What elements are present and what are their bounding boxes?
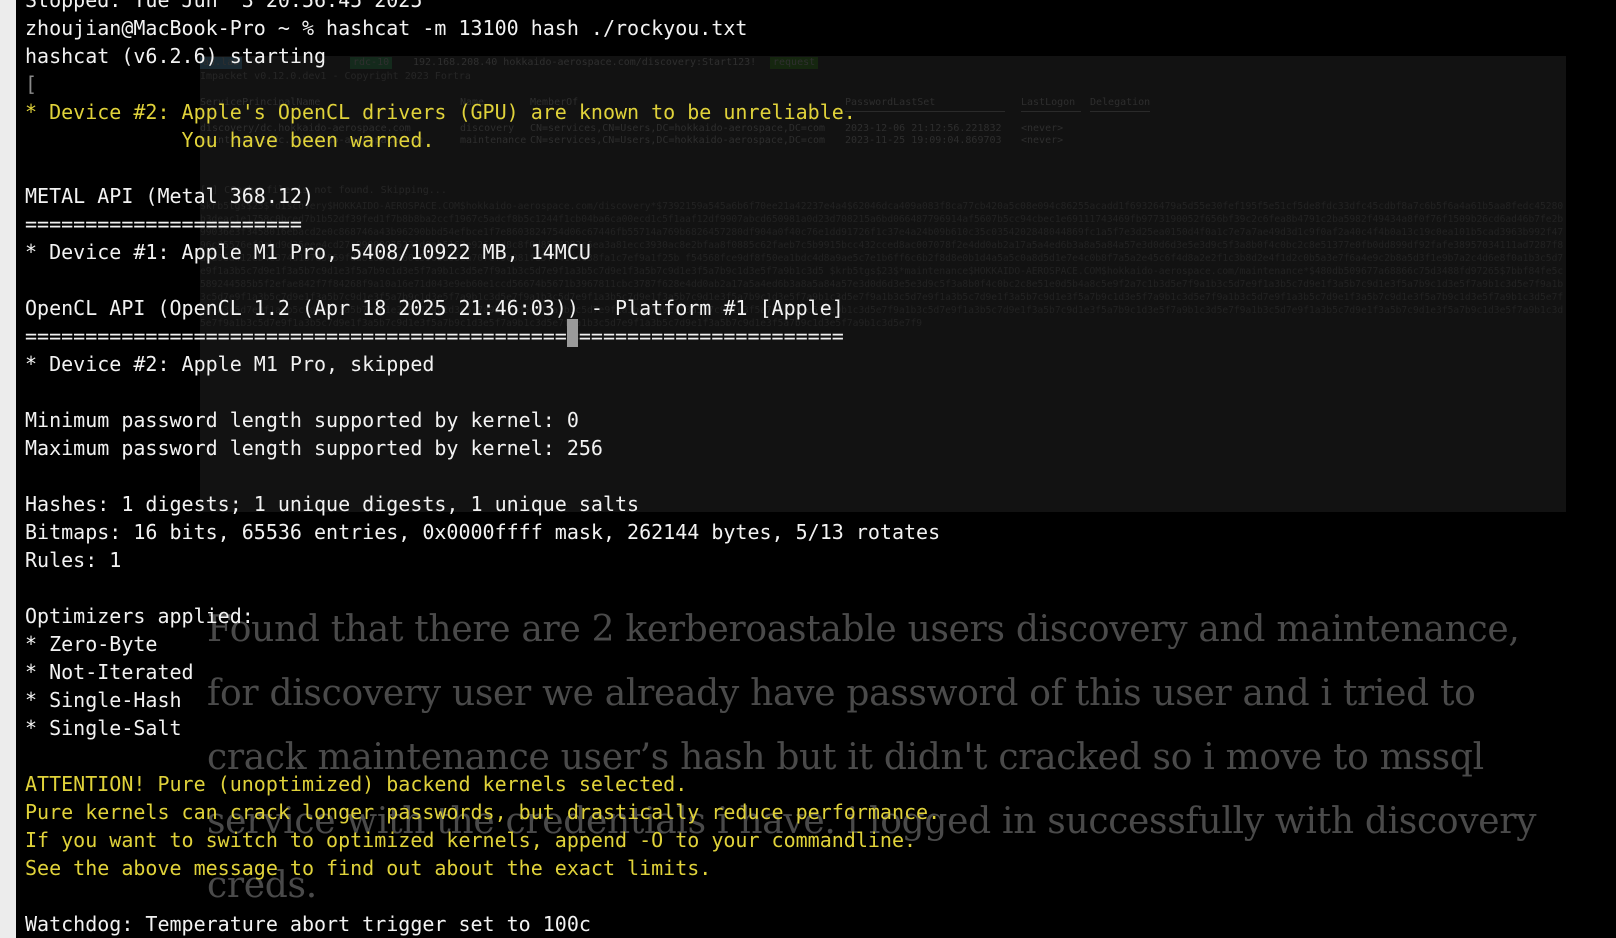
terminal-line: Hashes: 1 digests; 1 unique digests, 1 u…	[25, 492, 640, 516]
terminal-line: Bitmaps: 16 bits, 65536 entries, 0x0000f…	[25, 520, 941, 544]
terminal-line: * Device #2: Apple's OpenCL drivers (GPU…	[25, 100, 856, 124]
screenshot-composite: ad.lab rdc-10 192.168.208.40 hokkaido-ae…	[0, 0, 1616, 938]
terminal-line: * Single-Salt	[25, 716, 182, 740]
terminal-line: OpenCL API (OpenCL 1.2 (Apr 18 2025 21:4…	[25, 296, 844, 320]
terminal-line: zhoujian@MacBook-Pro ~ % hashcat -m 1310…	[25, 16, 748, 40]
terminal-cursor	[567, 319, 578, 347]
terminal-line: Optimizers applied:	[25, 604, 254, 628]
terminal-line: * Zero-Byte	[25, 632, 158, 656]
terminal-line: * Device #2: Apple M1 Pro, skipped	[25, 352, 435, 376]
terminal-line: * Not-Iterated	[25, 660, 194, 684]
terminal-line: Rules: 1	[25, 548, 122, 572]
terminal-output[interactable]: Stopped: Tue Jun 3 20:56:45 2025 zhoujian…	[25, 0, 1585, 938]
terminal-line: You have been warned.	[25, 128, 435, 152]
terminal-line: Minimum password length supported by ker…	[25, 408, 579, 432]
terminal-line: =======================	[25, 212, 302, 236]
terminal-line: * Single-Hash	[25, 688, 182, 712]
terminal-line: ========================================…	[25, 324, 844, 348]
terminal-line: Watchdog: Temperature abort trigger set …	[25, 912, 591, 936]
terminal-line: Maximum password length supported by ker…	[25, 436, 603, 460]
terminal-line: [	[25, 72, 38, 96]
terminal-line: Stopped: Tue Jun 3 20:56:45 2025	[25, 0, 423, 12]
terminal-line: hashcat (v6.2.6) starting	[25, 44, 327, 68]
terminal-line: Pure kernels can crack longer passwords,…	[25, 800, 941, 824]
terminal-line: METAL API (Metal 368.12)	[25, 184, 314, 208]
window-edge	[0, 0, 16, 938]
terminal-line: * Device #1: Apple M1 Pro, 5408/10922 MB…	[25, 240, 591, 264]
terminal-line: See the above message to find out about …	[25, 856, 712, 880]
terminal-line: ATTENTION! Pure (unoptimized) backend ke…	[25, 772, 688, 796]
terminal-line: If you want to switch to optimized kerne…	[25, 828, 917, 852]
